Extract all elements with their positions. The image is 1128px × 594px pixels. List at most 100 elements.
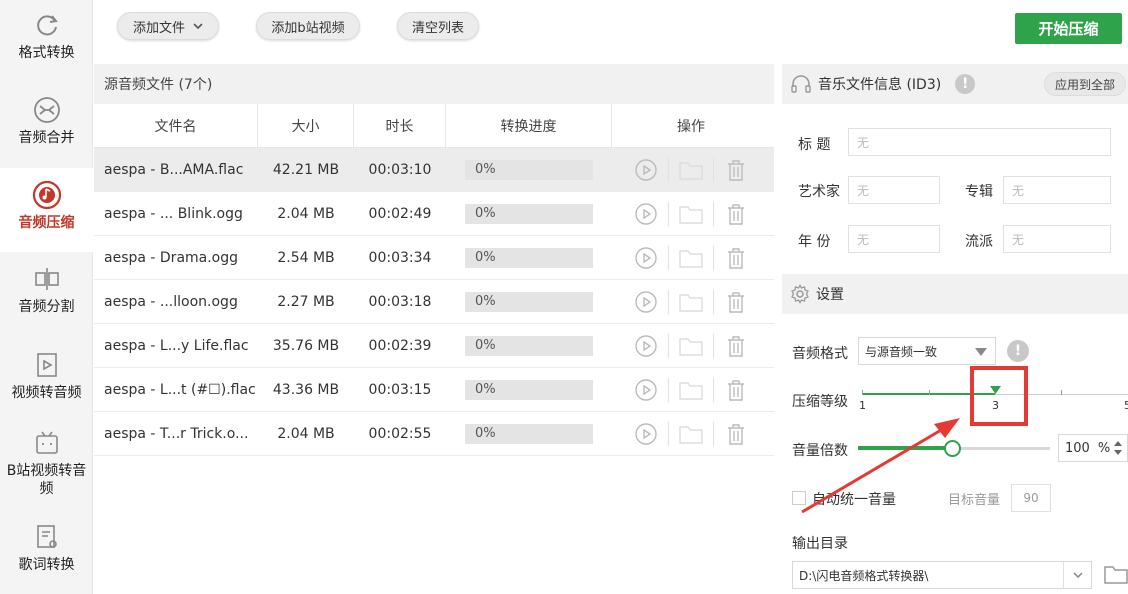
column-header-size[interactable]: 大小: [258, 104, 354, 147]
progress-cell: 0%: [446, 324, 612, 367]
table-row[interactable]: aespa - L...y Life.flac 35.76 MB 00:02:39 0…: [94, 324, 774, 368]
progress-cell: 0%: [446, 412, 612, 455]
stepper-arrows-icon[interactable]: [1113, 440, 1123, 456]
volume-slider[interactable]: [858, 440, 1050, 457]
progress-bar: 0%: [465, 291, 593, 312]
progress-bar: 0%: [465, 335, 593, 356]
file-duration-cell: 00:02:49: [368, 205, 432, 222]
divider: [668, 377, 669, 402]
folder-icon[interactable]: [679, 290, 703, 314]
trash-icon[interactable]: [724, 378, 748, 402]
volume-unit: %: [1097, 440, 1111, 456]
add-file-button[interactable]: 添加文件: [117, 12, 219, 40]
split-icon: [32, 264, 62, 294]
sidebar-item-label: 视频转音频: [11, 385, 82, 401]
volume-slider-handle[interactable]: [944, 440, 961, 457]
column-header-progress[interactable]: 转换进度: [446, 104, 612, 147]
sidebar-item-audio-split[interactable]: 音频分割: [0, 264, 93, 316]
play-icon[interactable]: [634, 422, 658, 446]
start-compress-button[interactable]: 开始压缩: [1015, 13, 1122, 44]
trash-icon[interactable]: [724, 334, 748, 358]
volume-stepper[interactable]: 100 %: [1058, 434, 1128, 462]
sidebar-item-label: 格式转换: [18, 45, 75, 61]
play-icon[interactable]: [634, 334, 658, 358]
level-max-label: 5: [1124, 399, 1128, 412]
sidebar-item-lyrics-convert[interactable]: 歌词转换: [0, 522, 93, 574]
video-icon: [32, 350, 62, 380]
table-row[interactable]: aespa - ... Blink.ogg 2.04 MB 00:02:49 0%: [94, 192, 774, 236]
chevron-down-icon: [193, 23, 203, 29]
slider-tick: [929, 390, 930, 395]
table-row[interactable]: aespa - T...r Trick.o... 2.04 MB 00:02:55 0…: [94, 412, 774, 456]
format-info-icon[interactable]: !: [1007, 340, 1029, 362]
progress-bar: 0%: [465, 203, 593, 224]
trash-icon[interactable]: [724, 202, 748, 226]
file-size-cell: 2.54 MB: [277, 249, 335, 266]
actions-cell: [612, 368, 770, 411]
year-field[interactable]: 无: [848, 225, 940, 253]
compression-level-label: 压缩等级: [792, 394, 848, 410]
trash-icon[interactable]: [724, 422, 748, 446]
divider: [668, 421, 669, 446]
file-panel: 源音频文件 (7个) 文件名 大小 时长 转换进度 操作 aespa - B..…: [94, 64, 774, 594]
folder-icon[interactable]: [679, 158, 703, 182]
column-header-actions: 操作: [677, 118, 705, 135]
folder-icon[interactable]: [1104, 563, 1128, 589]
sidebar-item-video-to-audio[interactable]: 视频转音频: [0, 350, 93, 402]
table-row[interactable]: aespa - B...AMA.flac 42.21 MB 00:03:10 0%: [94, 148, 774, 192]
file-name-cell: aespa - ...lloon.ogg: [104, 293, 238, 310]
slider-tick: [862, 390, 863, 395]
file-size-cell: 35.76 MB: [272, 337, 340, 354]
file-size-cell: 2.04 MB: [277, 425, 335, 442]
bilibili-icon: [32, 428, 62, 458]
table-row[interactable]: aespa - L...t (#☐).flac 43.36 MB 00:03:15 0…: [94, 368, 774, 412]
actions-cell: [612, 324, 770, 367]
sidebar-item-audio-compress[interactable]: 音频压缩: [0, 168, 93, 252]
folder-icon[interactable]: [679, 378, 703, 402]
table-row[interactable]: aespa - ...lloon.ogg 2.27 MB 00:03:18 0%: [94, 280, 774, 324]
sidebar-item-audio-merge[interactable]: 音频合并: [0, 95, 93, 147]
table-header: 文件名 大小 时长 转换进度 操作: [94, 104, 774, 148]
apply-to-all-button[interactable]: 应用到全部: [1043, 72, 1126, 96]
sidebar-item-label: 音频压缩: [18, 215, 75, 231]
folder-icon[interactable]: [679, 246, 703, 270]
sidebar-item-bilibili-to-audio[interactable]: B站视频转音频: [0, 428, 93, 498]
folder-icon[interactable]: [679, 422, 703, 446]
info-icon[interactable]: !: [955, 74, 976, 94]
add-bilibili-video-button[interactable]: 添加b站视频: [256, 12, 360, 40]
year-label: 年 份: [798, 234, 831, 250]
sidebar-item-label: B站视频转音频: [6, 463, 87, 497]
artist-field[interactable]: 无: [848, 176, 940, 204]
auto-volume-checkbox[interactable]: [792, 491, 806, 505]
file-name-cell: aespa - L...y Life.flac: [104, 337, 249, 354]
divider: [713, 201, 714, 226]
clear-list-button[interactable]: 清空列表: [397, 12, 479, 40]
folder-icon[interactable]: [679, 202, 703, 226]
play-icon[interactable]: [634, 202, 658, 226]
play-icon[interactable]: [634, 290, 658, 314]
output-dir-select[interactable]: D:\闪电音频格式转换器\: [792, 561, 1092, 589]
genre-field[interactable]: 无: [1003, 225, 1111, 253]
target-volume-field[interactable]: 90: [1011, 484, 1051, 512]
sidebar-item-format-convert[interactable]: 格式转换: [0, 10, 93, 62]
volume-value: 100: [1065, 440, 1090, 456]
folder-icon[interactable]: [679, 334, 703, 358]
file-size-cell: 43.36 MB: [272, 381, 340, 398]
trash-icon[interactable]: [724, 290, 748, 314]
play-icon[interactable]: [634, 378, 658, 402]
play-icon[interactable]: [634, 158, 658, 182]
gear-icon: [790, 284, 810, 304]
file-panel-title: 源音频文件 (7个): [94, 64, 774, 104]
column-header-name[interactable]: 文件名: [94, 104, 258, 147]
trash-icon[interactable]: [724, 158, 748, 182]
album-field[interactable]: 无: [1003, 176, 1111, 204]
trash-icon[interactable]: [724, 246, 748, 270]
title-field[interactable]: 无: [848, 128, 1111, 156]
column-header-duration[interactable]: 时长: [354, 104, 446, 147]
progress-cell: 0%: [446, 148, 612, 191]
audio-format-value: 与源音频一致: [865, 344, 938, 359]
audio-format-select[interactable]: 与源音频一致: [858, 337, 996, 365]
play-icon[interactable]: [634, 246, 658, 270]
headphones-icon: [790, 73, 812, 95]
table-row[interactable]: aespa - Drama.ogg 2.54 MB 00:03:34 0%: [94, 236, 774, 280]
